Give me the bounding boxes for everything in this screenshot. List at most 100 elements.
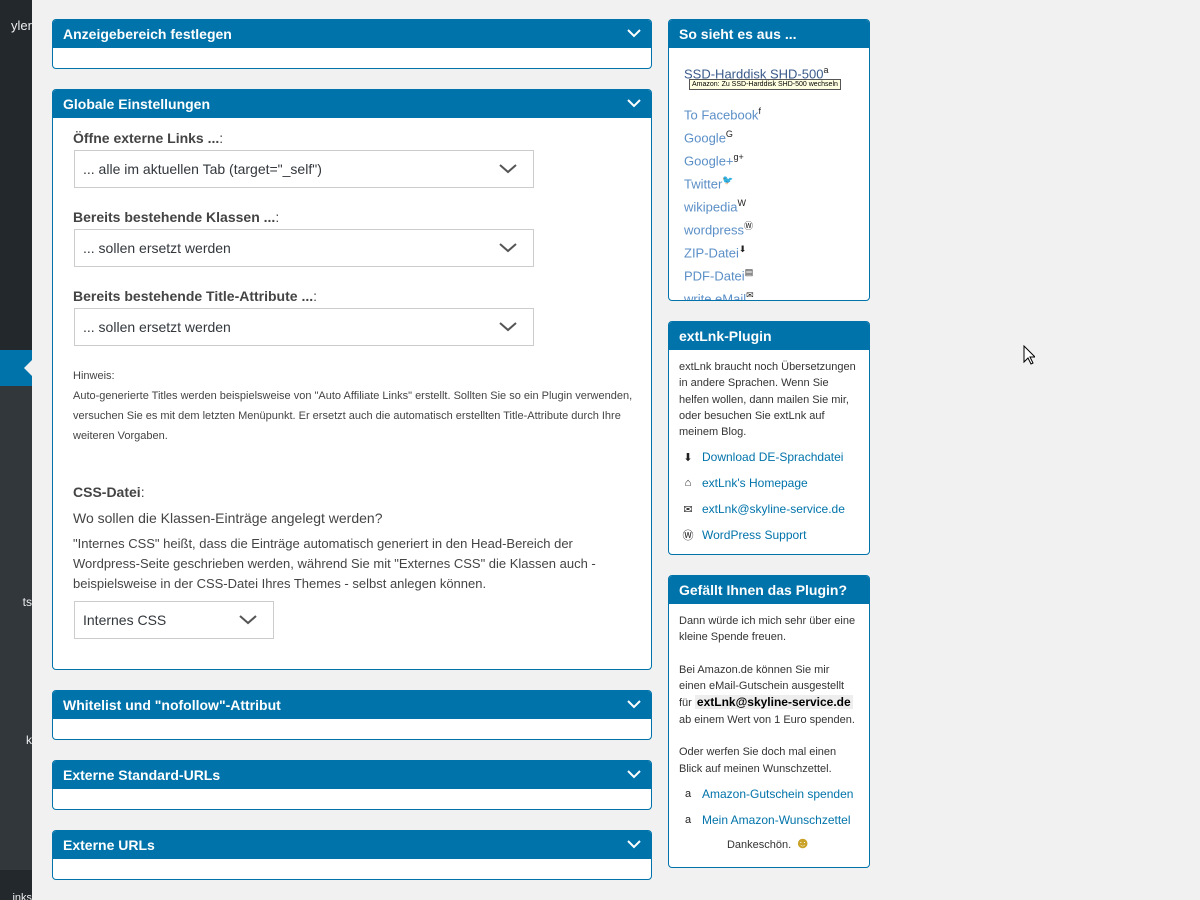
select-value: ... sollen ersetzt werden	[83, 240, 231, 256]
link-icon: ✉	[683, 503, 693, 516]
panel-title: extLnk-Plugin	[679, 328, 772, 344]
donate-panel: Gefällt Ihnen das Plugin? Dann würde ich…	[668, 575, 870, 868]
link-label: Google	[684, 130, 726, 146]
link-label: To Facebook	[684, 107, 759, 123]
sidebar-link[interactable]: ✉ extLnk@skyline-service.de	[669, 496, 869, 522]
preview-link[interactable]: write eMail✉	[684, 286, 869, 301]
panel-globale-einstellungen: Globale Einstellungen Öffne externe Link…	[52, 89, 652, 670]
link-type-icon: ✉	[746, 290, 754, 301]
sidebar-item-text[interactable]: yler	[11, 18, 32, 33]
chevron-down-icon[interactable]	[627, 26, 641, 40]
panel-title: Whitelist und "nofollow"-Attribut	[63, 697, 281, 713]
css-select[interactable]: Internes CSS	[74, 601, 274, 639]
panel-header: So sieht es aus ...	[669, 20, 869, 48]
panel-whitelist: Whitelist und "nofollow"-Attribut	[52, 690, 652, 740]
donate-text: Dann würde ich mich sehr über eine klein…	[669, 604, 869, 777]
css-label: CSS-Datei	[73, 484, 141, 500]
panel-header[interactable]: Whitelist und "nofollow"-Attribut	[53, 691, 651, 719]
link-label: Amazon-Gutschein spenden	[702, 786, 854, 801]
preview-link[interactable]: Twitter🐦	[684, 171, 869, 194]
panel-header: extLnk-Plugin	[669, 322, 869, 350]
panel-standard-urls: Externe Standard-URLs	[52, 760, 652, 810]
select-value: ... alle im aktuellen Tab (target="_self…	[83, 161, 322, 177]
plugin-links: ⬇ Download DE-Sprachdatei ⌂ extLnk's Homepa…	[669, 444, 869, 548]
active-arrow-icon	[24, 360, 32, 376]
thanks: Dankeschön. ☻	[669, 835, 869, 853]
link-label: PDF-Datei	[684, 268, 745, 284]
sidebar-item-text[interactable]: ts	[23, 595, 32, 609]
donate-p2b: ab einem Wert von 1 Euro spenden.	[679, 713, 855, 726]
link-type-icon: ▤	[744, 267, 754, 278]
preview-link[interactable]: ZIP-Datei⬇	[684, 240, 869, 263]
chevron-down-icon[interactable]	[627, 697, 641, 711]
link-icon: Ⓦ	[682, 530, 694, 543]
donate-p1: Dann würde ich mich sehr über eine klein…	[679, 615, 856, 644]
smiley-icon: ☻	[794, 834, 812, 852]
css-question: Wo sollen die Klassen-Einträge angelegt …	[73, 510, 383, 526]
sidebar-link[interactable]: ⌂ extLnk's Homepage	[669, 470, 869, 496]
link-label: Download DE-Sprachdatei	[702, 450, 844, 465]
panel-title: So sieht es aus ...	[679, 26, 797, 42]
preview-link[interactable]: GoogleG	[684, 125, 869, 148]
panel-title: Externe URLs	[63, 837, 155, 853]
classes-label: Bereits bestehende Klassen ...	[73, 209, 276, 225]
chevron-down-icon[interactable]	[627, 837, 641, 851]
mouse-cursor-icon	[1023, 345, 1035, 365]
link-label: wordpress	[684, 222, 744, 238]
link-icon: a	[684, 813, 692, 826]
classes-select[interactable]: ... sollen ersetzt werden	[74, 229, 534, 267]
plugin-text: extLnk braucht noch Übersetzungen in and…	[679, 361, 856, 439]
panel-header[interactable]: Anzeigebereich festlegen	[53, 20, 651, 48]
preview-link[interactable]: wikipediaW	[684, 194, 869, 217]
hint-title: Hinweis:	[73, 370, 115, 382]
sidebar-link[interactable]: ⬇ Download DE-Sprachdatei	[669, 444, 869, 470]
chevron-down-icon	[499, 322, 517, 332]
css-text: "Internes CSS" heißt, dass die Einträge …	[73, 536, 596, 591]
sidebar-item-text[interactable]: inks	[12, 892, 32, 900]
link-type-icon: g+	[733, 152, 744, 163]
panel-header[interactable]: Externe Standard-URLs	[53, 761, 651, 789]
tooltip: Amazon: Zu SSD-Harddisk SHD-500 wechseln	[689, 79, 841, 90]
panel-header: Gefällt Ihnen das Plugin?	[669, 576, 869, 604]
links-target-select[interactable]: ... alle im aktuellen Tab (target="_self…	[74, 150, 534, 188]
preview-link[interactable]: PDF-Datei▤	[684, 263, 869, 286]
link-type-icon: W	[737, 198, 746, 209]
panel-header[interactable]: Globale Einstellungen	[53, 90, 651, 118]
link-label: Mein Amazon-Wunschzettel	[702, 812, 851, 827]
panel-title: Globale Einstellungen	[63, 96, 211, 112]
link-icon: a	[684, 787, 692, 800]
plugin-panel: extLnk-Plugin extLnk braucht noch Überse…	[668, 321, 870, 555]
link-type-icon: a	[823, 65, 829, 75]
sidebar-item-active[interactable]	[0, 350, 32, 386]
admin-sidebar: yler ts k inks	[0, 0, 32, 900]
sidebar-link[interactable]: a Amazon-Gutschein spenden	[669, 781, 869, 807]
select-value: Internes CSS	[83, 612, 167, 628]
panel-header[interactable]: Externe URLs	[53, 831, 651, 859]
panel-anzeigebereich: Anzeigebereich festlegen	[52, 19, 652, 69]
hint: Hinweis: Auto-generierte Titles werden b…	[73, 366, 633, 446]
sidebar-bottom: inks	[0, 870, 32, 900]
css-section: CSS-Datei: Wo sollen die Klassen-Einträg…	[73, 482, 613, 594]
sidebar-link[interactable]: a Mein Amazon-Wunschzettel	[669, 807, 869, 833]
chevron-down-icon[interactable]	[627, 767, 641, 781]
panel-title: Anzeigebereich festlegen	[63, 26, 232, 42]
preview-link[interactable]: Google+g+	[684, 148, 869, 171]
chevron-down-icon	[499, 243, 517, 253]
link-label: wikipedia	[684, 199, 738, 215]
panel-externe-urls: Externe URLs	[52, 830, 652, 880]
preview-link[interactable]: To Facebookf	[684, 102, 869, 125]
link-type-icon: ⬇	[738, 244, 747, 255]
sidebar-link[interactable]: Ⓦ WordPress Support	[669, 522, 869, 548]
link-label: WordPress Support	[702, 528, 807, 543]
chevron-down-icon[interactable]	[627, 96, 641, 110]
link-type-icon: f	[758, 106, 761, 117]
sidebar-item-text[interactable]: k	[26, 733, 32, 747]
sidebar-top: yler	[0, 0, 32, 350]
link-label: Google+	[684, 153, 734, 169]
link-label: Twitter	[684, 176, 723, 192]
title-attr-select[interactable]: ... sollen ersetzt werden	[74, 308, 534, 346]
preview-link[interactable]: wordpressⓌ	[684, 217, 869, 240]
link-icon: ⌂	[684, 477, 692, 490]
title-attr-label: Bereits bestehende Title-Attribute ...	[73, 288, 314, 304]
link-type-icon: G	[725, 129, 733, 140]
